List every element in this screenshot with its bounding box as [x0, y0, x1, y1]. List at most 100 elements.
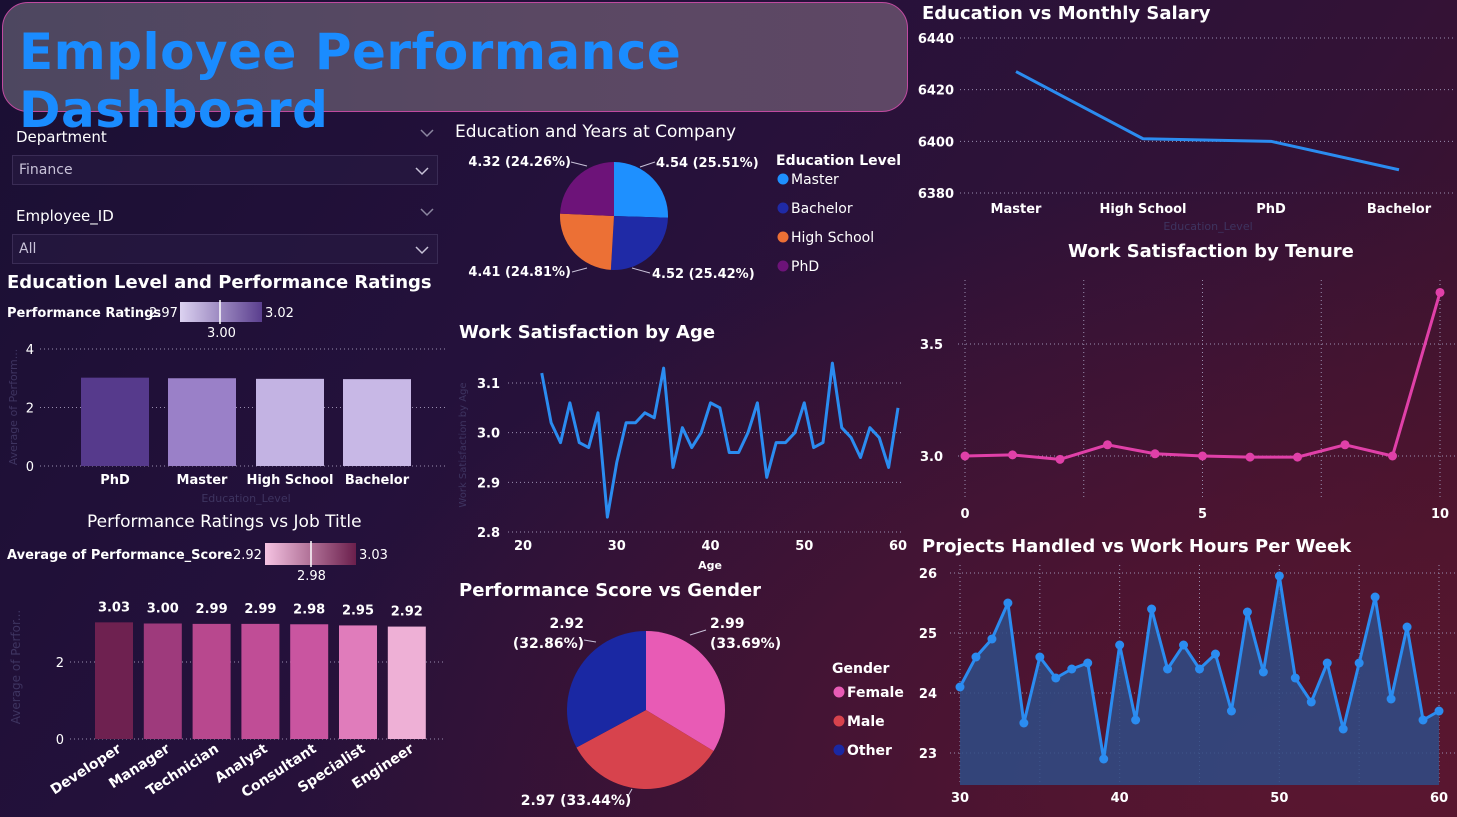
data-point	[1258, 667, 1268, 677]
bar	[387, 626, 426, 739]
x-tick-label: 40	[701, 539, 719, 554]
data-point	[1338, 724, 1348, 734]
data-point	[987, 634, 997, 644]
x-axis-label: Education_Level	[1163, 220, 1252, 233]
sat-age-chart: 2.8 2.9 3.0 3.1 20 30 40 50 60 Age Work Satisfacti…	[458, 361, 907, 572]
x-axis-label: Education_Level	[201, 492, 290, 505]
pie-slice	[610, 216, 668, 270]
bar	[256, 378, 324, 466]
legend-max: 3.02	[265, 306, 294, 321]
data-label: 3.00	[147, 602, 179, 617]
department-collapse-icon[interactable]	[420, 128, 434, 138]
data-point	[1226, 706, 1236, 716]
data-point	[1210, 649, 1220, 659]
legend-item: PhD	[791, 259, 819, 275]
edu-perf-title: Education Level and Performance Ratings	[7, 272, 432, 293]
edu-salary-title: Education vs Monthly Salary	[922, 3, 1211, 24]
y-axis-label: Average of Perfor...	[9, 610, 23, 724]
data-point	[971, 652, 981, 662]
bar	[168, 378, 236, 466]
y-axis-label: Average of Perform...	[7, 349, 20, 465]
bar	[343, 379, 411, 466]
data-point	[1435, 287, 1445, 297]
data-point	[1003, 598, 1013, 608]
data-point	[1103, 440, 1112, 450]
slice-label: 2.97 (33.44%)	[521, 793, 632, 809]
job-perf-chart: Average of Performance_Score 2.92 3.032.98…	[7, 541, 445, 801]
y-tick-label: 0	[56, 733, 64, 748]
data-point	[1115, 640, 1125, 650]
proj-hours-title: Projects Handled vs Work Hours Per Week	[922, 536, 1352, 557]
bar	[290, 624, 329, 739]
data-point	[1198, 451, 1207, 461]
legend-marker	[777, 202, 789, 214]
y-tick-label: 3.0	[477, 427, 500, 442]
data-label: 2.95	[342, 603, 374, 618]
slice-label: (33.69%)	[710, 636, 781, 652]
legend-marker	[777, 173, 789, 185]
legend-title: Education Level	[776, 153, 901, 169]
y-tick-label: 6400	[918, 135, 954, 150]
legend-label: Average of Performance_Score	[7, 548, 233, 563]
legend-item: Other	[847, 743, 892, 759]
data-point	[1388, 451, 1397, 461]
y-tick-label: 25	[919, 627, 937, 642]
department-value: Finance	[19, 162, 73, 178]
bar	[143, 623, 182, 739]
data-point	[1434, 706, 1444, 716]
series-line	[1015, 70, 1400, 172]
x-tick-label: 0	[960, 507, 969, 522]
edu-salary-chart: 6380 6400 6420 6440 Master High School PhD Bach…	[918, 32, 1455, 233]
slice-label: 4.52 (25.42%)	[652, 267, 755, 282]
y-tick-label: 24	[919, 687, 937, 702]
bar	[192, 623, 231, 739]
legend-item: Male	[847, 714, 885, 730]
data-point	[1150, 449, 1160, 459]
x-axis-label: Age	[698, 559, 722, 572]
department-dropdown[interactable]: Finance	[12, 155, 438, 185]
chevron-down-icon	[415, 246, 429, 255]
y-tick-label: 23	[919, 747, 937, 762]
y-tick-label: 2	[26, 402, 34, 417]
y-tick-label: 26	[919, 567, 937, 582]
score-gender-title: Performance Score vs Gender	[459, 580, 762, 601]
y-tick-label: 0	[26, 460, 34, 475]
legend-marker	[833, 744, 845, 756]
slice-label: 4.41 (24.81%)	[468, 265, 571, 280]
legend-item: Bachelor	[791, 201, 853, 217]
x-tick-label: 20	[514, 539, 532, 554]
legend-gradient	[180, 302, 262, 322]
y-tick-label: 3.0	[920, 450, 943, 465]
x-tick-label: Bachelor	[1367, 202, 1432, 217]
data-point	[1131, 715, 1141, 725]
data-point	[1195, 664, 1204, 674]
x-tick-label: Master	[177, 473, 228, 488]
employee-dropdown[interactable]: All	[12, 234, 438, 264]
chevron-down-icon	[415, 167, 429, 176]
x-tick-label: 5	[1198, 507, 1207, 522]
data-point	[1179, 640, 1189, 650]
leader-line	[583, 639, 597, 643]
x-tick-label: PhD	[1256, 202, 1286, 217]
legend-marker	[777, 231, 789, 243]
legend-item: Master	[791, 172, 839, 188]
department-slicer-label: Department	[16, 128, 107, 146]
title-banner: Employee Performance Dashboard	[2, 2, 908, 139]
slice-label: (32.86%)	[513, 636, 584, 652]
legend-marker	[833, 686, 845, 698]
data-point	[1293, 452, 1302, 462]
y-tick-label: 2.9	[477, 476, 500, 491]
edu-perf-chart: Performance Ratings2.97 3.02 3.00 0 2 4 Averag…	[7, 300, 445, 505]
x-tick-label: 50	[795, 539, 813, 554]
employee-collapse-icon[interactable]	[420, 207, 434, 217]
employee-slicer-label: Employee_ID	[16, 207, 114, 225]
legend-title: Gender	[832, 661, 889, 677]
series-line	[540, 361, 900, 519]
legend-marker	[833, 715, 845, 727]
bar	[241, 623, 280, 739]
data-point	[1370, 592, 1380, 602]
y-tick-label: 4	[26, 343, 34, 358]
y-tick-label: 3.1	[477, 377, 500, 392]
data-label: 2.92	[391, 605, 423, 620]
job-perf-title: Performance Ratings vs Job Title	[87, 512, 362, 532]
